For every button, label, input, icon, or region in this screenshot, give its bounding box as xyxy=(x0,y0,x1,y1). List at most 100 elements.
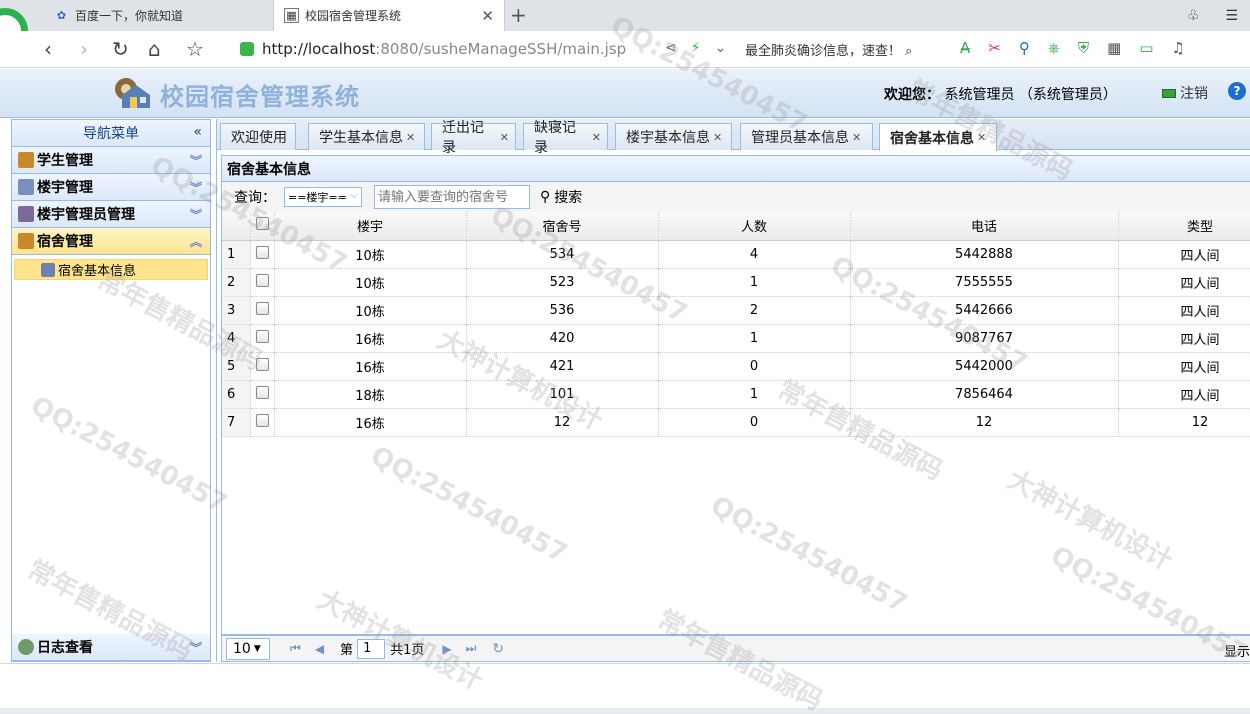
headset-icon[interactable]: ♫ xyxy=(1172,39,1185,57)
tab-student-info[interactable]: 学生基本信息 ✕ xyxy=(308,123,425,150)
nav-section-student[interactable]: 学生管理 ︾ xyxy=(12,147,210,174)
tab-absence[interactable]: 缺寝记录 ✕ xyxy=(523,120,608,156)
browser-tab-active[interactable]: ▦ 校园宿舍管理系统 ✕ xyxy=(273,0,505,31)
browser-tab-baidu[interactable]: ✿ 百度一下，你就知道 xyxy=(46,0,271,31)
nav-section-label: 宿舍管理 xyxy=(37,234,93,250)
page-size-value: 10 xyxy=(233,640,251,657)
row-number: 6 xyxy=(222,380,251,409)
dorm-grid: 楼宇 宿舍号 人数 电话 类型 1 10栋 534 4 5442888 四人间 2 10栋 52… xyxy=(221,212,1250,635)
logout-label: 注销 xyxy=(1180,86,1208,102)
close-tab-icon[interactable]: ✕ xyxy=(481,7,494,25)
table-row[interactable]: 5 16栋 421 0 5442000 四人间 xyxy=(222,352,1250,381)
table-cell: 16栋 xyxy=(274,408,467,437)
close-icon[interactable]: ✕ xyxy=(852,131,861,144)
row-checkbox[interactable] xyxy=(250,352,275,381)
close-icon[interactable]: ✕ xyxy=(592,131,601,144)
scissors-icon[interactable]: ✂ xyxy=(988,39,1001,57)
menu-icon[interactable]: ☰ xyxy=(1225,8,1238,24)
select-all-checkbox[interactable] xyxy=(250,212,275,241)
welcome-label: 欢迎您： xyxy=(884,87,940,103)
nav-section-log[interactable]: 日志查看 ︾ xyxy=(12,634,210,661)
column-header[interactable]: 电话 xyxy=(850,212,1119,241)
table-cell: 18栋 xyxy=(274,380,467,409)
dropdown-arrow-icon: ▼ xyxy=(253,643,261,654)
prev-page-icon[interactable]: ◀ xyxy=(315,642,324,656)
row-checkbox[interactable] xyxy=(250,240,275,269)
column-header[interactable]: 宿舍号 xyxy=(466,212,659,241)
magnifier-icon[interactable]: ⚲ xyxy=(1019,39,1030,57)
row-checkbox[interactable] xyxy=(250,324,275,353)
table-cell: 2 xyxy=(658,296,851,325)
table-cell: 四人间 xyxy=(1118,296,1250,325)
apps-icon[interactable]: ▦ xyxy=(1107,39,1121,57)
column-header[interactable]: 人数 xyxy=(658,212,851,241)
tab-admin-info[interactable]: 管理员基本信息 ✕ xyxy=(740,123,873,150)
row-checkbox[interactable] xyxy=(250,380,275,409)
first-page-icon[interactable]: ⏮ xyxy=(290,641,301,656)
room-search-input[interactable] xyxy=(374,185,530,209)
nav-section-building[interactable]: 楼宇管理 ︾ xyxy=(12,174,210,201)
close-icon[interactable]: ✕ xyxy=(500,131,509,144)
translate-icon[interactable]: A̶ xyxy=(960,39,970,57)
close-icon[interactable]: ✕ xyxy=(713,131,722,144)
student-icon xyxy=(18,152,34,168)
row-checkbox[interactable] xyxy=(250,268,275,297)
battery-icon[interactable]: ▭ xyxy=(1139,39,1153,57)
forward-icon[interactable]: › xyxy=(80,37,88,61)
nav-header-label: 导航菜单 xyxy=(83,126,139,142)
table-row[interactable]: 7 16栋 12 0 12 12 xyxy=(222,408,1250,437)
share-icon[interactable]: ⋖ xyxy=(665,40,677,56)
table-cell: 5442000 xyxy=(850,352,1119,381)
search-button[interactable]: ⚲ 搜索 xyxy=(540,187,582,207)
close-icon[interactable]: ✕ xyxy=(406,131,415,144)
chevron-down-icon: ︾ xyxy=(189,154,202,168)
next-page-icon[interactable]: ▶ xyxy=(442,642,451,656)
page-prefix: 第 xyxy=(340,643,354,658)
page-size-select[interactable]: 10 ▼ xyxy=(226,637,270,660)
help-icon[interactable]: ? xyxy=(1228,82,1246,100)
refresh-icon[interactable]: ↻ xyxy=(492,641,504,657)
last-page-icon[interactable]: ⏭ xyxy=(466,641,477,656)
lightning-icon[interactable]: ⚡ xyxy=(691,40,701,56)
address-bar[interactable]: http://localhost :8080/susheManageSSH/ma… xyxy=(240,35,660,63)
table-cell: 9087767 xyxy=(850,324,1119,353)
logout-icon xyxy=(1162,88,1176,98)
building-select[interactable]: ==楼宇== ⌵ xyxy=(284,187,362,207)
close-icon[interactable]: ✕ xyxy=(977,131,986,144)
row-checkbox[interactable] xyxy=(250,408,275,437)
tab-moveout[interactable]: 迁出记录 ✕ xyxy=(431,120,516,156)
gamepad-icon[interactable]: ⎈ xyxy=(1048,39,1060,57)
nav-section-building-admin[interactable]: 楼宇管理员管理 ︾ xyxy=(12,201,210,228)
nav-section-dorm[interactable]: 宿舍管理 ︽ xyxy=(12,228,210,255)
tab-building-info[interactable]: 楼宇基本信息 ✕ xyxy=(615,123,732,150)
search-icon: ⚲ xyxy=(540,189,551,205)
checkbox-icon xyxy=(255,385,269,399)
table-row[interactable]: 4 16栋 420 1 9087767 四人间 xyxy=(222,324,1250,353)
nav-item-dorm-info[interactable]: 宿舍基本信息 xyxy=(14,259,208,280)
home-icon[interactable]: ⌂ xyxy=(148,37,161,61)
table-row[interactable]: 1 10栋 534 4 5442888 四人间 xyxy=(222,240,1250,269)
chevron-down-icon[interactable]: ⌄ xyxy=(715,40,727,56)
table-row[interactable]: 3 10栋 536 2 5442666 四人间 xyxy=(222,296,1250,325)
new-tab-icon[interactable]: + xyxy=(510,3,527,27)
reload-icon[interactable]: ↻ xyxy=(112,37,129,61)
url-host: http://localhost xyxy=(262,40,376,58)
logout-button[interactable]: 注销 xyxy=(1162,83,1208,103)
news-ticker[interactable]: 最全肺炎确诊信息，速查！ ⌕ xyxy=(745,40,912,59)
browser-tab-label: 百度一下，你就知道 xyxy=(75,9,184,23)
url-path: :8080/susheManageSSH/main.jsp xyxy=(375,40,627,58)
tab-dorm-info[interactable]: 宿舍基本信息 ✕ xyxy=(879,123,997,151)
tab-welcome[interactable]: 欢迎使用 xyxy=(220,123,296,150)
column-header[interactable]: 楼宇 xyxy=(274,212,467,241)
star-icon[interactable]: ☆ xyxy=(186,37,204,61)
shirt-icon[interactable]: ♧ xyxy=(1187,8,1200,24)
page-number-input[interactable]: 1 xyxy=(357,638,386,659)
shield-icon[interactable]: ⛨ xyxy=(1078,39,1089,57)
row-checkbox[interactable] xyxy=(250,296,275,325)
back-icon[interactable]: ‹ xyxy=(44,37,52,61)
collapse-icon[interactable]: « xyxy=(193,124,202,140)
window-controls: ♧ ☰ xyxy=(1187,0,1250,31)
table-row[interactable]: 2 10栋 523 1 7555555 四人间 xyxy=(222,268,1250,297)
column-header[interactable]: 类型 xyxy=(1118,212,1250,241)
table-row[interactable]: 6 18栋 101 1 7856464 四人间 xyxy=(222,380,1250,409)
